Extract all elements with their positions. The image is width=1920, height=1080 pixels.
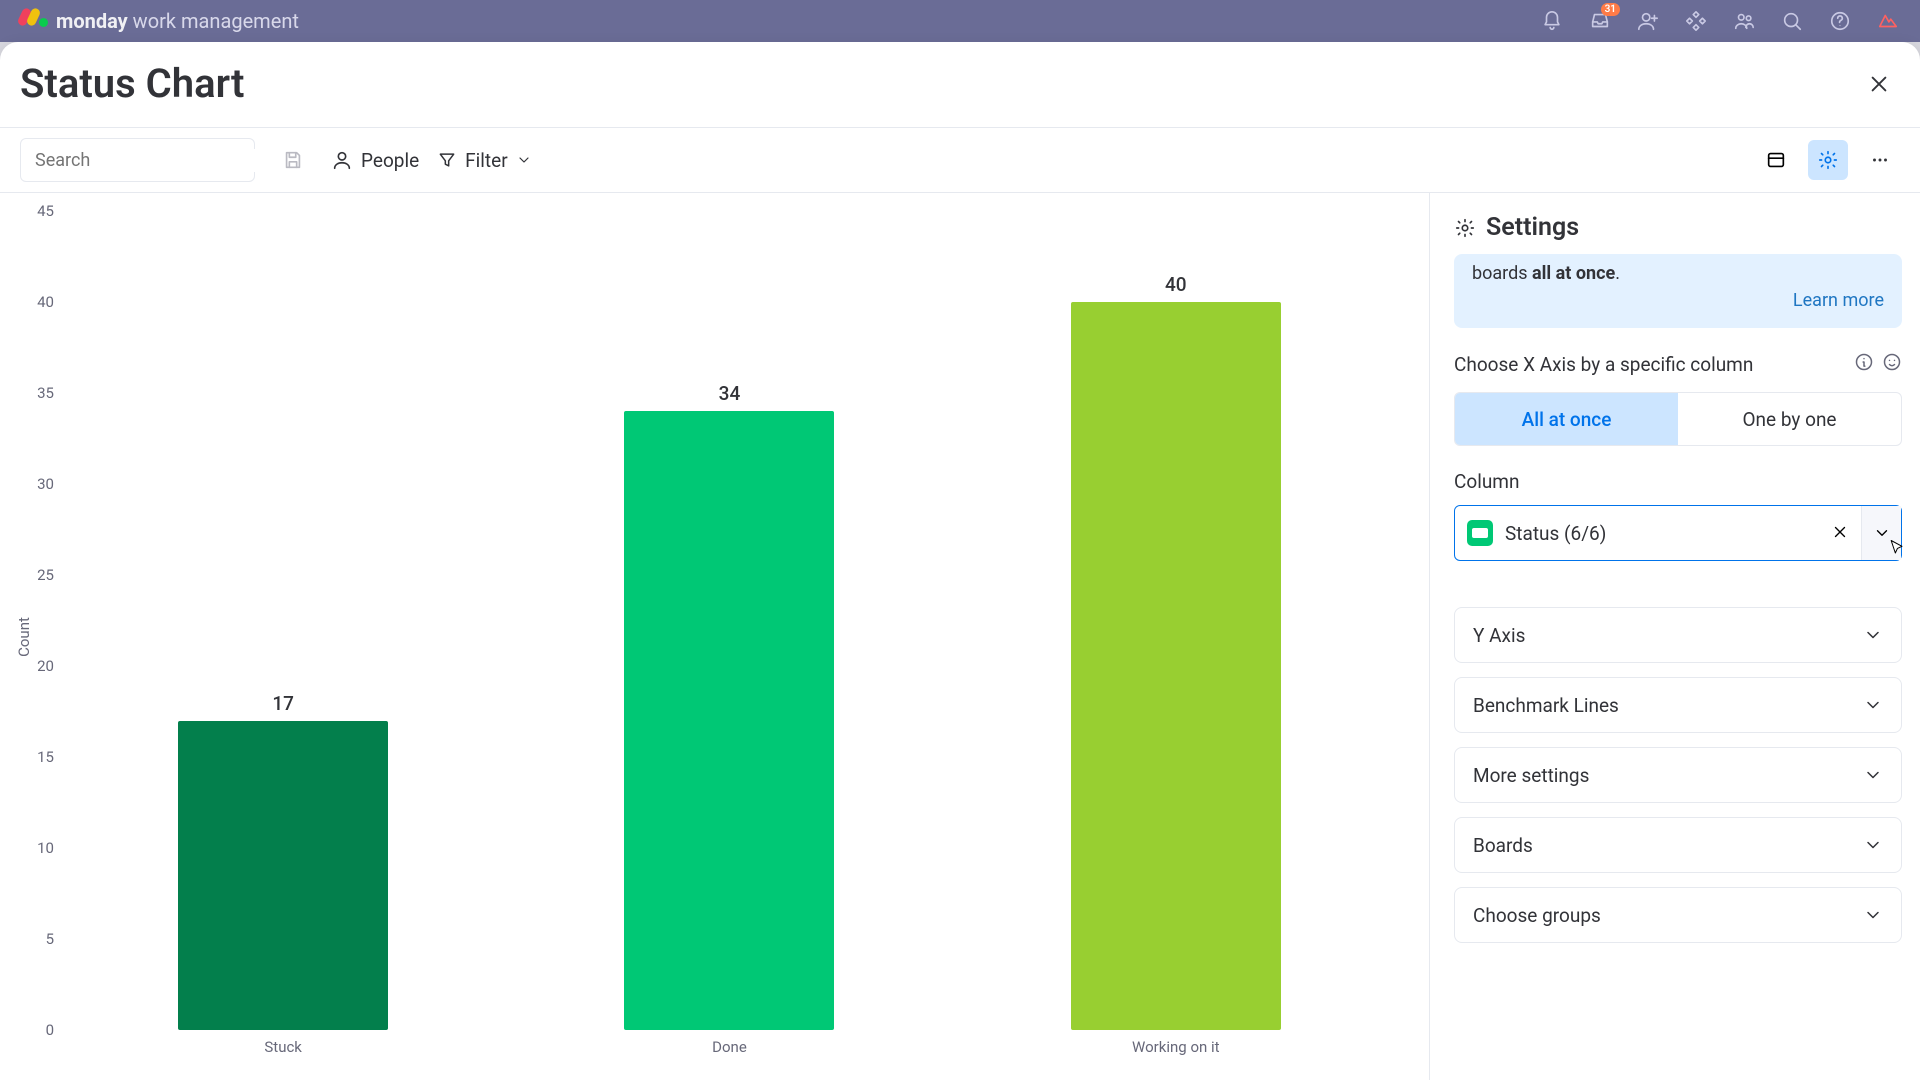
info-text-prefix: boards [1472, 263, 1532, 284]
inbox-badge: 31 [1601, 3, 1620, 16]
bar-rect [178, 721, 388, 1030]
settings-heading-text: Settings [1486, 213, 1579, 242]
accordion-y-axis[interactable]: Y Axis [1454, 607, 1902, 663]
chevron-down-icon [1863, 625, 1883, 645]
apps-icon[interactable] [1684, 9, 1708, 33]
feedback-icon[interactable] [1882, 352, 1902, 376]
accordion-label: Benchmark Lines [1473, 694, 1619, 717]
y-axis-title: Count [15, 617, 33, 657]
info-text-bold: all at once [1532, 263, 1615, 284]
y-tick: 5 [24, 930, 54, 948]
xaxis-mode-toggle[interactable]: All at once One by one [1454, 392, 1902, 446]
chart-area: Count 0 5 10 15 20 25 30 35 40 45 17 34 40 Stuck Done W… [0, 193, 1430, 1080]
x-tick-label: Done [624, 1038, 834, 1056]
y-tick: 10 [24, 839, 54, 857]
y-tick: 30 [24, 475, 54, 493]
gear-icon [1454, 217, 1476, 239]
learn-more-link[interactable]: Learn more [1793, 287, 1884, 314]
filter-button[interactable]: Filter [437, 149, 531, 172]
dashboard-modal: Status Chart People Filter [0, 42, 1920, 1080]
bar-stuck[interactable]: 17 [178, 692, 388, 1030]
cursor-icon [1887, 538, 1907, 558]
segment-all-at-once[interactable]: All at once [1455, 393, 1678, 445]
bar-rect [1071, 302, 1281, 1030]
settings-panel: Settings boards all at once. Learn more … [1430, 193, 1920, 1080]
info-icon[interactable] [1854, 352, 1874, 376]
close-button[interactable] [1868, 73, 1890, 95]
accordion-label: Boards [1473, 834, 1533, 857]
accordion-choose-groups[interactable]: Choose groups [1454, 887, 1902, 943]
workspace-icon[interactable] [1876, 9, 1900, 33]
y-tick: 25 [24, 566, 54, 584]
save-view-button[interactable] [273, 140, 313, 180]
accordion-more-settings[interactable]: More settings [1454, 747, 1902, 803]
y-tick: 45 [24, 202, 54, 220]
column-select-value: Status (6/6) [1505, 522, 1606, 545]
filter-icon [437, 150, 457, 170]
clear-column-button[interactable] [1831, 523, 1851, 543]
y-tick: 35 [24, 384, 54, 402]
y-tick: 40 [24, 293, 54, 311]
y-tick: 20 [24, 657, 54, 675]
column-select[interactable]: Status (6/6) [1454, 505, 1902, 561]
x-tick-label: Working on it [1071, 1038, 1281, 1056]
search-input[interactable] [20, 138, 255, 182]
settings-button[interactable] [1808, 140, 1848, 180]
xaxis-label: Choose X Axis by a specific column [1454, 353, 1753, 376]
invite-icon[interactable] [1636, 9, 1660, 33]
search-icon[interactable] [1780, 9, 1804, 33]
bar-value-label: 34 [719, 382, 741, 405]
bar-done[interactable]: 34 [624, 382, 834, 1030]
title-row: Status Chart [0, 42, 1920, 127]
more-button[interactable] [1860, 140, 1900, 180]
y-tick: 0 [24, 1021, 54, 1039]
accordion-benchmark-lines[interactable]: Benchmark Lines [1454, 677, 1902, 733]
person-icon [331, 149, 353, 171]
people-label: People [361, 149, 419, 172]
accordion-boards[interactable]: Boards [1454, 817, 1902, 873]
people-button[interactable]: People [331, 149, 419, 172]
chevron-down-icon [516, 152, 532, 168]
accordion-label: Choose groups [1473, 904, 1601, 927]
monday-logo-icon [20, 8, 46, 34]
notifications-icon[interactable] [1540, 9, 1564, 33]
filter-label: Filter [465, 149, 507, 172]
bar-value-label: 40 [1165, 273, 1187, 296]
topbar-actions: 31 [1540, 9, 1900, 33]
monday-topbar: monday work management 31 [0, 0, 1920, 42]
chevron-down-icon [1863, 905, 1883, 925]
chevron-down-icon [1863, 765, 1883, 785]
brand: monday work management [20, 8, 299, 34]
brand-rest: work management [128, 9, 299, 33]
bar-rect [624, 411, 834, 1030]
column-label: Column [1454, 470, 1902, 493]
info-card: boards all at once. Learn more [1454, 254, 1902, 328]
toolbar: People Filter [0, 127, 1920, 193]
brand-bold: monday [56, 9, 128, 33]
status-column-icon [1467, 520, 1493, 546]
bar-working-on-it[interactable]: 40 [1071, 273, 1281, 1030]
x-tick-label: Stuck [178, 1038, 388, 1056]
inbox-icon[interactable]: 31 [1588, 9, 1612, 33]
fullscreen-button[interactable] [1756, 140, 1796, 180]
y-tick: 15 [24, 748, 54, 766]
accordion-label: Y Axis [1473, 624, 1525, 647]
info-text-suffix: . [1615, 263, 1620, 284]
page-title: Status Chart [20, 60, 244, 107]
help-icon[interactable] [1828, 9, 1852, 33]
bar-value-label: 17 [272, 692, 294, 715]
settings-heading: Settings [1454, 213, 1902, 242]
segment-one-by-one[interactable]: One by one [1678, 393, 1901, 445]
search-field[interactable] [33, 149, 265, 172]
chevron-down-icon [1863, 835, 1883, 855]
accordion-label: More settings [1473, 764, 1589, 787]
chevron-down-icon [1863, 695, 1883, 715]
teams-icon[interactable] [1732, 9, 1756, 33]
